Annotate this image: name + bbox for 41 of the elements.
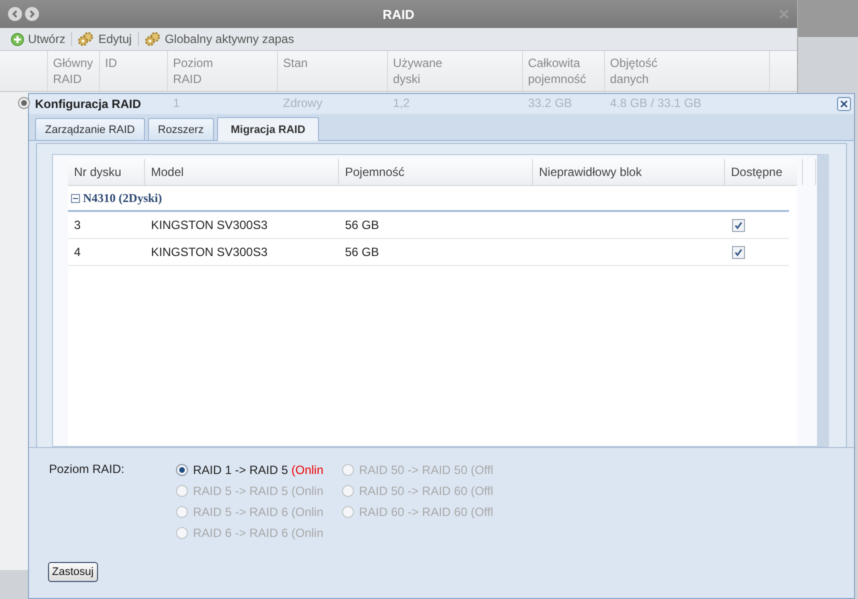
collapse-icon[interactable] — [71, 194, 80, 202]
group-label: N4310 (2Dyski) — [83, 190, 162, 206]
column-header[interactable]: Całkowita pojemność — [528, 55, 586, 87]
plus-icon — [11, 32, 24, 46]
toolbar-button[interactable]: Utwórz — [8, 32, 68, 46]
background-panel — [797, 0, 858, 37]
back-icon[interactable] — [8, 7, 22, 21]
column-header[interactable]: Model — [151, 165, 184, 179]
tab[interactable]: Migracja RAID — [216, 117, 320, 141]
table-cell: 3 — [74, 218, 81, 232]
column-header[interactable]: Nr dysku — [74, 165, 122, 179]
tab[interactable]: Zarządzanie RAID — [35, 118, 145, 140]
window-title: RAID — [382, 6, 414, 22]
checkbox[interactable] — [732, 218, 745, 232]
table-cell: 56 GB — [345, 245, 380, 259]
forward-icon[interactable] — [25, 7, 39, 21]
apply-button[interactable]: Zastosuj — [48, 562, 98, 582]
radio-option[interactable]: RAID 1 -> RAID 5 (Onlin — [176, 462, 342, 478]
table-cell: 4 — [74, 245, 81, 259]
row-radio[interactable] — [18, 97, 30, 109]
tab[interactable]: Rozszerz — [148, 118, 214, 140]
column-header[interactable]: Dostępne — [731, 165, 782, 179]
table-cell: KINGSTON SV300S3 — [151, 245, 268, 259]
column-header[interactable]: Główny RAID — [53, 55, 94, 87]
column-header[interactable]: Używane dyski — [393, 55, 442, 87]
dialog-title: Konfiguracja RAID — [35, 97, 142, 111]
column-header[interactable]: Nieprawidłowy blok — [539, 165, 642, 179]
table-cell: 56 GB — [345, 218, 380, 232]
field-label: Poziom RAID: — [49, 462, 126, 478]
column-header[interactable]: ID — [105, 55, 117, 71]
gear-icon — [78, 32, 94, 46]
close-icon[interactable] — [837, 97, 851, 111]
checkbox[interactable] — [732, 246, 745, 258]
table-cell: KINGSTON SV300S3 — [151, 218, 268, 232]
column-header[interactable]: Poziom RAID — [173, 55, 214, 87]
toolbar-button[interactable]: Edytuj — [75, 32, 135, 46]
column-header[interactable]: Objętość danych — [610, 55, 658, 87]
column-header[interactable]: Pojemność — [345, 165, 404, 179]
gear-icon — [144, 32, 161, 46]
toolbar-button[interactable]: Globalny aktywny zapas — [142, 32, 298, 46]
column-header[interactable]: Stan — [283, 55, 308, 71]
